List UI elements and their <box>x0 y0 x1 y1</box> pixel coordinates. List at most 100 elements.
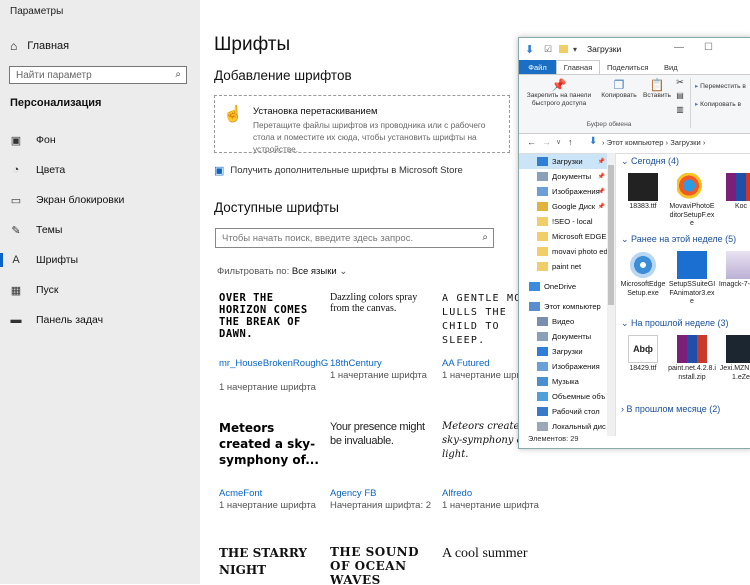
back-icon[interactable]: ← <box>527 137 536 147</box>
file-name: SetupSSuiteGIFAnimator3.exe <box>668 281 716 305</box>
file-group-header[interactable]: ⌄ Ранее на этой неделе (5) <box>621 234 736 245</box>
nav-pane-item[interactable]: Изображения 📌 <box>519 184 615 199</box>
breadcrumb[interactable]: › Этот компьютер › Загрузки › <box>602 138 705 147</box>
font-drop-zone[interactable]: ☝ Установка перетаскиванием Перетащите ф… <box>214 95 510 154</box>
nav-pane-item[interactable]: Документы 📌 <box>519 169 615 184</box>
settings-search-input[interactable]: Найти параметр ⌕ <box>9 66 187 84</box>
sidebar-item-start[interactable]: ▦ Пуск <box>0 278 200 302</box>
nav-pane-item[interactable]: Изображения <box>519 359 615 374</box>
file-item[interactable]: SetupSSuiteGIFAnimator3.exe <box>668 251 716 307</box>
nav-pane-item[interactable]: Этот компьютер <box>519 299 615 314</box>
file-item[interactable]: MicrosoftEdgeSetup.exe <box>619 251 667 298</box>
sidebar-item-image[interactable]: ▣ Фон <box>0 128 200 152</box>
nav-pane-item[interactable]: Microsoft EDGE <box>519 229 615 244</box>
tab-share[interactable]: Поделиться <box>607 60 648 74</box>
folder-icon <box>559 45 568 53</box>
copy-label: Копировать <box>601 92 637 99</box>
sidebar-item-monitor[interactable]: ▭ Экран блокировки <box>0 188 200 212</box>
settings-sidebar: Параметры ⌂ Главная Найти параметр ⌕ Пер… <box>0 0 200 584</box>
font-name[interactable]: Agency FB <box>330 488 435 500</box>
file-item[interactable]: Jexi.MZN.DL.1.eZe <box>717 335 750 382</box>
nav-pane-item[interactable]: Загрузки <box>519 344 615 359</box>
folder-icon <box>537 202 548 211</box>
file-item[interactable]: Imagck-7-Q16 <box>717 251 750 290</box>
move-to-label: Переместить в <box>700 83 746 90</box>
search-icon[interactable]: ⌕ <box>175 69 181 80</box>
nav-pane-label: Рабочий стол <box>552 407 600 416</box>
qat-dropdown-icon[interactable]: ▾ <box>573 45 577 54</box>
copy-to-button[interactable]: ▸ Копировать в <box>695 101 750 109</box>
window-title: Параметры <box>10 6 64 17</box>
nav-pane-label: movavi photo ed <box>552 247 608 256</box>
monitor-icon: ▭ <box>10 194 22 207</box>
nav-pane-item[interactable]: Рабочий стол <box>519 404 615 419</box>
ribbon-group-label: Буфер обмена <box>586 121 632 128</box>
file-item[interactable]: MovaviPhotoEditorSetupF.exe <box>668 173 716 229</box>
nav-pane-item[interactable]: Загрузки 📌 <box>519 154 615 169</box>
sidebar-item-palette[interactable]: ◔ Цвета <box>0 158 200 182</box>
nav-pane-item[interactable]: movavi photo ed <box>519 244 615 259</box>
pin-icon: 📌 <box>597 159 605 165</box>
forward-icon[interactable]: → <box>542 137 551 147</box>
tab-file[interactable]: Файл <box>519 60 556 74</box>
image-icon: ▣ <box>10 134 22 147</box>
font-name[interactable]: AcmeFont <box>219 488 324 500</box>
copy-path-icon[interactable]: ▤ <box>674 92 686 100</box>
ribbon-tabs: Файл Главная Поделиться Вид <box>519 60 750 74</box>
sidebar-item-taskbar[interactable]: ▬ Панель задач <box>0 308 200 332</box>
store-link[interactable]: ▣ Получить дополнительные шрифты в Micro… <box>214 164 463 177</box>
font-name[interactable]: 18thCentury <box>330 358 435 370</box>
file-item[interactable]: Kос <box>717 173 750 212</box>
paste-button[interactable]: 📋 Вставить <box>640 78 674 100</box>
store-link-label: Получить дополнительные шрифты в Microso… <box>230 165 463 176</box>
language-filter[interactable]: Фильтровать по: Все языки ⌄ <box>217 266 347 277</box>
scrollbar-thumb[interactable] <box>608 165 614 305</box>
file-name: 18383.ttf <box>629 203 657 210</box>
file-item[interactable]: Abф 18429.ttf <box>619 335 667 374</box>
sidebar-item-brush[interactable]: ✎ Темы <box>0 218 200 242</box>
tab-home[interactable]: Главная <box>556 60 600 74</box>
file-group-title: На прошлой неделе (3) <box>631 318 729 328</box>
minimize-icon[interactable]: — <box>674 42 684 53</box>
pin-button[interactable]: 📌 Закрепить на панели быстрого доступа <box>522 78 596 108</box>
nav-pane-item[interactable]: Музыка <box>519 374 615 389</box>
nav-pane-item[interactable]: Видео <box>519 314 615 329</box>
font-search-input[interactable]: Чтобы начать поиск, введите здесь запрос… <box>215 228 494 248</box>
recent-locations-icon[interactable]: ∨ <box>556 138 561 146</box>
file-group-header[interactable]: › В прошлом месяце (2) <box>621 404 720 414</box>
search-icon[interactable]: ⌕ <box>482 232 488 243</box>
move-to-button[interactable]: ▸ Переместить в <box>695 83 750 91</box>
copy-button[interactable]: ❐ Копировать <box>598 78 640 100</box>
nav-pane-item[interactable]: Объемные объ <box>519 389 615 404</box>
file-item[interactable]: paint.net.4.2.8.install.zip <box>668 335 716 382</box>
nav-pane-item[interactable]: Google Диск 📌 <box>519 199 615 214</box>
font-name[interactable]: Alfredo <box>442 488 547 500</box>
breadcrumb-sep: › <box>700 138 706 147</box>
nav-pane-item[interactable]: Локальный дис <box>519 419 615 434</box>
font-name[interactable]: mr_HouseBrokenRoughG <box>219 358 328 370</box>
ribbon: 📌 Закрепить на панели быстрого доступа ❐… <box>519 74 750 134</box>
nav-pane-item[interactable]: OneDrive <box>519 279 615 294</box>
drop-zone-title: Установка перетаскиванием <box>253 106 378 117</box>
file-item[interactable]: 18383.ttf <box>619 173 667 212</box>
breadcrumb-computer[interactable]: Этот компьютер <box>607 138 664 147</box>
nav-home[interactable]: ⌂ Главная <box>10 38 69 54</box>
breadcrumb-downloads[interactable]: Загрузки <box>670 138 701 147</box>
paste-icon: 📋 <box>649 78 665 92</box>
tab-view[interactable]: Вид <box>664 60 678 74</box>
file-group-header[interactable]: ⌄ На прошлой неделе (3) <box>621 318 729 329</box>
maximize-icon[interactable]: ☐ <box>704 42 713 53</box>
properties-icon[interactable]: ☑ <box>544 44 552 55</box>
font-face-count: 1 начертание шрифта <box>219 500 316 511</box>
sidebar-item-font[interactable]: A Шрифты <box>0 248 200 272</box>
nav-pane-item[interactable]: !SEO - local <box>519 214 615 229</box>
file-group-header[interactable]: ⌄ Сегодня (4) <box>621 156 679 167</box>
cut-icon[interactable]: ✂ <box>674 78 686 87</box>
nav-pane-item[interactable]: paint net <box>519 259 615 274</box>
nav-scrollbar[interactable] <box>607 153 615 436</box>
font-icon: A <box>12 254 20 266</box>
file-thumbnail-icon <box>677 335 707 363</box>
paste-shortcut-icon[interactable]: ▥ <box>674 106 686 114</box>
nav-pane-item[interactable]: Документы <box>519 329 615 344</box>
up-icon[interactable]: ↑ <box>568 137 573 147</box>
